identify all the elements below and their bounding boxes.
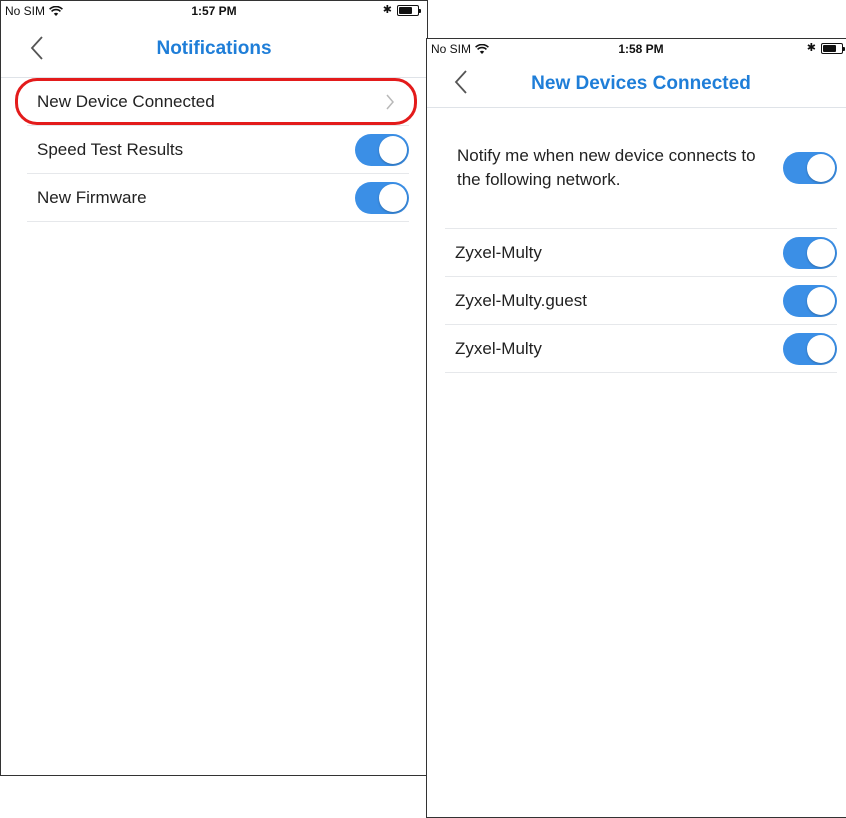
status-right: ✱ [382, 3, 421, 17]
row-new-firmware: New Firmware [27, 174, 409, 222]
network-label: Zyxel-Multy.guest [455, 290, 587, 310]
page-title: Notifications [156, 38, 272, 59]
toggle-knob [379, 183, 407, 212]
bluetooth-icon: ✱ [806, 42, 816, 54]
nav-bar: Notifications [1, 21, 427, 78]
network-label: Zyxel-Multy [455, 242, 542, 262]
status-bar: No SIM 1:58 PM ✱ [427, 39, 846, 59]
notify-description: Notify me when new device connects to th… [457, 146, 756, 189]
notify-setting: Notify me when new device connects to th… [445, 108, 837, 229]
row-label: New Device Connected [37, 91, 215, 111]
network-toggle[interactable] [783, 332, 837, 365]
network-toggle[interactable] [783, 284, 837, 317]
nav-bar: New Devices Connected [427, 59, 846, 108]
row-new-device-connected[interactable]: New Device Connected [15, 78, 417, 126]
status-bar: No SIM 1:57 PM ✱ [1, 1, 427, 21]
network-row: Zyxel-Multy [445, 229, 837, 277]
battery-icon [821, 42, 845, 54]
page-title: New Devices Connected [531, 73, 751, 94]
speed-test-toggle[interactable] [355, 133, 409, 166]
network-row: Zyxel-Multy [445, 325, 837, 373]
toggle-knob [807, 286, 835, 315]
network-row: Zyxel-Multy.guest [445, 277, 837, 325]
row-label: New Firmware [37, 187, 147, 207]
notifications-screen: No SIM 1:57 PM ✱ Notifications New Devic… [0, 0, 428, 776]
toggle-knob [807, 334, 835, 363]
row-speed-test-results: Speed Test Results [27, 126, 409, 174]
status-time: 1:57 PM [191, 4, 237, 18]
chevron-right-icon [386, 94, 394, 109]
new-devices-connected-screen: No SIM 1:58 PM ✱ New Devices Connected N… [426, 38, 846, 818]
toggle-knob [807, 238, 835, 267]
bluetooth-icon: ✱ [382, 4, 392, 16]
row-label: Speed Test Results [37, 139, 184, 159]
network-toggle[interactable] [783, 236, 837, 269]
battery-icon [397, 4, 421, 16]
toggle-knob [807, 154, 835, 182]
notify-toggle[interactable] [783, 152, 837, 184]
toggle-knob [379, 135, 407, 164]
network-label: Zyxel-Multy [455, 338, 542, 358]
new-firmware-toggle[interactable] [355, 181, 409, 214]
status-right: ✱ [806, 41, 845, 55]
status-time: 1:58 PM [618, 42, 664, 56]
